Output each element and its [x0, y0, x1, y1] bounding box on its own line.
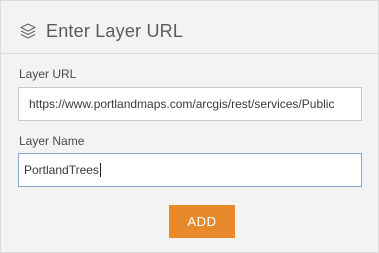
add-button[interactable]: ADD [169, 205, 235, 238]
enter-layer-url-panel: Enter Layer URL Layer URL https://www.po… [0, 0, 379, 253]
header-divider [1, 53, 378, 54]
layer-name-value: PortlandTrees [24, 163, 99, 177]
panel-title: Enter Layer URL [46, 20, 184, 41]
layers-icon [19, 22, 37, 40]
panel-header: Enter Layer URL [19, 19, 183, 43]
layer-url-value: https://www.portlandmaps.com/arcgis/rest… [29, 97, 335, 111]
layer-url-label: Layer URL [19, 67, 77, 81]
layer-name-input[interactable]: PortlandTrees [18, 153, 362, 187]
text-caret [99, 163, 101, 177]
layer-url-input[interactable]: https://www.portlandmaps.com/arcgis/rest… [18, 87, 362, 121]
layer-name-label: Layer Name [19, 134, 85, 148]
